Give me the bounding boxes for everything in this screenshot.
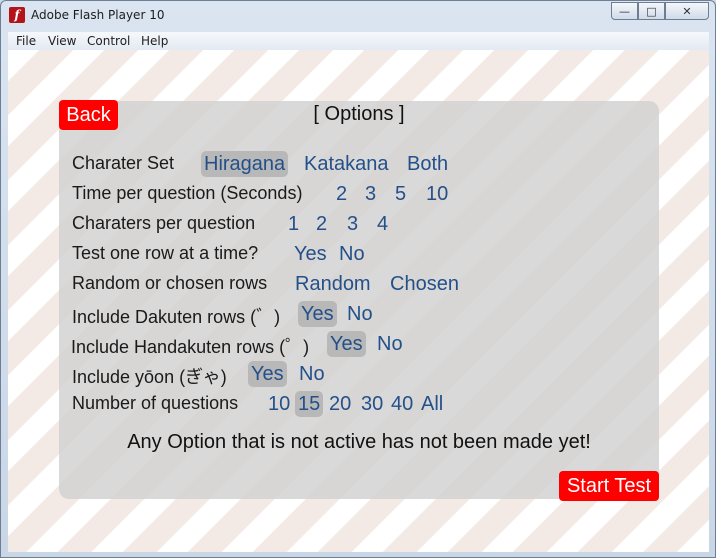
flash-stage: [ Options ] Any Option that is not activ… [8,50,709,552]
menu-help[interactable]: Help [141,34,168,48]
option-choice[interactable]: 2 [313,211,330,237]
option-choice[interactable]: Katakana [301,151,392,177]
flash-player-window: f Adobe Flash Player 10 — □ ✕ File View … [0,0,716,558]
option-choice[interactable]: No [344,301,376,327]
option-choice[interactable]: No [296,361,328,387]
option-choice[interactable]: Both [404,151,451,177]
menu-view[interactable]: View [48,34,76,48]
notice-text: Any Option that is not active has not be… [127,431,591,453]
options-title: [ Options ] [313,103,405,125]
option-choice[interactable]: 20 [326,391,354,417]
menu-file[interactable]: File [16,34,36,48]
option-choice[interactable]: Yes [248,361,287,387]
option-choice[interactable]: Yes [298,301,337,327]
title-bar: f Adobe Flash Player 10 — □ ✕ [1,1,715,31]
option-choice[interactable]: All [418,391,446,417]
minimize-icon: — [619,4,630,18]
option-choice[interactable]: Chosen [387,271,462,297]
option-row-label: Include Handakuten rows (゜) [71,337,310,357]
option-choice[interactable]: Random [292,271,374,297]
window-title: Adobe Flash Player 10 [31,8,165,22]
option-row-label: Charaters per question [72,213,256,233]
option-choice[interactable]: 15 [295,391,324,417]
option-choice[interactable]: 40 [388,391,416,417]
maximize-button[interactable]: □ [638,2,665,20]
window-controls: — □ ✕ [611,2,709,20]
back-button[interactable]: Back [59,100,118,130]
option-choice[interactable]: 5 [392,181,409,207]
flash-player-icon: f [9,7,25,23]
option-choice[interactable]: No [336,241,368,267]
option-row-label: Time per question (Seconds) [72,183,303,203]
option-choice[interactable]: Yes [327,331,366,357]
option-row-label: Include Dakuten rows (゛) [72,307,281,327]
option-choice[interactable]: Hiragana [201,151,289,177]
menu-bar: File View Control Help [8,32,709,50]
option-choice[interactable]: 30 [358,391,386,417]
option-choice[interactable]: 1 [285,211,302,237]
option-choice[interactable]: 10 [423,181,451,207]
option-row-label: Random or chosen rows [72,273,268,293]
option-row-label: Test one row at a time? [72,243,259,263]
option-choice[interactable]: Yes [291,241,330,267]
option-row-label: Include yōon (ぎゃ) [72,367,227,387]
option-choice[interactable]: 10 [265,391,293,417]
close-button[interactable]: ✕ [665,2,709,20]
option-choice[interactable]: 3 [344,211,361,237]
minimize-button[interactable]: — [611,2,638,20]
start-test-button[interactable]: Start Test [559,471,659,501]
close-icon: ✕ [682,4,692,18]
option-choice[interactable]: 2 [333,181,350,207]
option-row-label: Charater Set [72,153,175,173]
menu-control[interactable]: Control [87,34,130,48]
option-choice[interactable]: 3 [362,181,379,207]
option-row-label: Number of questions [72,393,239,413]
option-choice[interactable]: No [374,331,406,357]
maximize-icon: □ [646,4,657,18]
option-choice[interactable]: 4 [374,211,391,237]
